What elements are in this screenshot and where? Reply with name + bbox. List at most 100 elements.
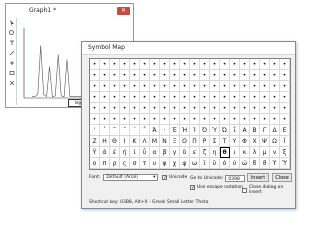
symbol-cell[interactable]: • xyxy=(260,103,270,114)
zoom-icon[interactable] xyxy=(8,30,15,36)
symbol-cell[interactable]: • xyxy=(160,59,170,70)
symbol-cell[interactable]: ϋ xyxy=(210,158,220,169)
symbol-cell[interactable]: • xyxy=(190,103,200,114)
symbol-cell[interactable]: γ xyxy=(170,147,180,158)
symbol-cell[interactable]: • xyxy=(240,81,250,92)
symbol-cell[interactable]: • xyxy=(200,70,210,81)
symbol-cell[interactable]: Ψ xyxy=(260,136,270,147)
symbol-cell[interactable]: ΐ xyxy=(230,125,240,136)
symbol-cell[interactable]: • xyxy=(270,70,280,81)
symbol-cell[interactable]: • xyxy=(240,92,250,103)
symbol-cell[interactable]: • xyxy=(280,92,290,103)
symbol-cell[interactable]: Θ xyxy=(110,136,120,147)
close-on-insert-checkbox[interactable] xyxy=(242,187,247,193)
symbol-cell[interactable]: • xyxy=(170,103,180,114)
symbol-cell[interactable]: • xyxy=(190,70,200,81)
symbol-cell[interactable]: ύ xyxy=(230,158,240,169)
symbol-cell[interactable]: Ά xyxy=(150,125,160,136)
symbol-cell[interactable]: ή xyxy=(120,147,130,158)
symbol-cell[interactable]: • xyxy=(220,114,230,125)
symbol-cell[interactable]: • xyxy=(100,70,110,81)
symbol-cell[interactable]: Ή xyxy=(180,125,190,136)
symbol-cell[interactable]: • xyxy=(270,92,280,103)
escape-checkbox[interactable]: ✓ xyxy=(190,185,195,191)
symbol-cell[interactable]: • xyxy=(230,114,240,125)
symbol-cell[interactable]: Λ xyxy=(140,136,150,147)
symbol-cell[interactable]: • xyxy=(240,114,250,125)
symbol-cell[interactable]: • xyxy=(240,103,250,114)
symbol-cell[interactable]: • xyxy=(160,103,170,114)
symbol-cell[interactable]: • xyxy=(250,103,260,114)
symbol-cell[interactable]: • xyxy=(90,103,100,114)
symbol-cell[interactable]: ό xyxy=(220,158,230,169)
symbol-cell[interactable]: ˜ xyxy=(110,125,120,136)
symbol-cell[interactable]: • xyxy=(220,92,230,103)
symbol-cell[interactable]: • xyxy=(230,103,240,114)
symbol-cell[interactable]: β xyxy=(160,147,170,158)
symbol-cell[interactable]: • xyxy=(170,92,180,103)
symbol-cell[interactable]: • xyxy=(280,103,290,114)
symbol-cell[interactable]: • xyxy=(250,114,260,125)
symbol-cell[interactable]: • xyxy=(170,81,180,92)
symbol-cell[interactable]: • xyxy=(170,114,180,125)
symbol-cell[interactable]: Ε xyxy=(280,125,290,136)
symbol-cell[interactable]: • xyxy=(160,92,170,103)
graph-close-button[interactable]: ✕ xyxy=(117,6,130,15)
symbol-cell[interactable]: • xyxy=(140,70,150,81)
symbol-cell[interactable]: • xyxy=(110,92,120,103)
symbol-cell[interactable]: • xyxy=(140,114,150,125)
symbol-cell[interactable]: Ρ xyxy=(200,136,210,147)
symbol-cell[interactable]: • xyxy=(120,81,130,92)
symbol-cell[interactable]: • xyxy=(240,70,250,81)
symbol-cell[interactable]: Μ xyxy=(150,136,160,147)
symbol-cell[interactable]: • xyxy=(270,114,280,125)
symbol-grid-container[interactable]: • • • • • • • • • • • • • • • • • • • • • • • • • • • • • • • • • • • • • • • •… xyxy=(89,58,291,170)
symbol-map-dialog[interactable]: Symbol Map • • • • • • • • • • • • • • • • • • • • • • • • • • • • •… xyxy=(81,41,296,209)
symbol-cell[interactable]: • xyxy=(180,59,190,70)
symbol-cell[interactable]: • xyxy=(230,92,240,103)
symbol-cell[interactable]: ζ xyxy=(200,147,210,158)
symbol-cell[interactable]: Η xyxy=(100,136,110,147)
line-tool-icon[interactable] xyxy=(9,50,15,56)
unicode-row[interactable]: ✓ Unicode xyxy=(162,175,187,181)
text-tool-icon[interactable] xyxy=(9,40,15,46)
symbol-cell[interactable]: Ύ xyxy=(210,125,220,136)
symbol-cell[interactable]: • xyxy=(280,59,290,70)
symbol-cell[interactable]: • xyxy=(150,59,160,70)
symbol-cell[interactable]: Ϋ xyxy=(90,147,100,158)
symbol-cell[interactable]: ΅ xyxy=(140,125,150,136)
pointer-icon[interactable] xyxy=(9,20,15,26)
symbol-cell[interactable]: • xyxy=(200,81,210,92)
symbol-cell[interactable]: • xyxy=(150,81,160,92)
symbol-cell[interactable]: ε xyxy=(190,147,200,158)
unicode-checkbox[interactable]: ✓ xyxy=(162,175,167,181)
symbol-cell[interactable]: α xyxy=(150,147,160,158)
symbol-cell[interactable]: • xyxy=(240,59,250,70)
symbol-cell[interactable]: • xyxy=(130,114,140,125)
symbol-cell[interactable]: σ xyxy=(130,158,140,169)
symbol-cell[interactable]: • xyxy=(110,81,120,92)
symbol-cell[interactable]: η xyxy=(210,147,220,158)
symbol-cell[interactable]: • xyxy=(120,103,130,114)
symbol-cell[interactable]: • xyxy=(130,59,140,70)
symbol-cell[interactable]: Ο xyxy=(180,136,190,147)
symbol-cell[interactable]: • xyxy=(120,114,130,125)
symbol-cell[interactable]: ω xyxy=(190,158,200,169)
symbol-cell[interactable]: • xyxy=(150,92,160,103)
symbol-cell[interactable]: • xyxy=(230,70,240,81)
symbol-cell[interactable]: • xyxy=(150,103,160,114)
symbol-cell[interactable]: ΰ xyxy=(140,147,150,158)
symbol-cell[interactable]: Β xyxy=(250,125,260,136)
symbol-cell[interactable]: Π xyxy=(190,136,200,147)
symbol-cell[interactable]: ʽ xyxy=(100,125,110,136)
symbol-cell[interactable]: • xyxy=(260,92,270,103)
symbol-cell[interactable]: ι xyxy=(230,147,240,158)
symbol-cell[interactable]: • xyxy=(220,70,230,81)
symbol-cell[interactable]: υ xyxy=(150,158,160,169)
symbol-cell[interactable]: • xyxy=(90,81,100,92)
symbol-cell[interactable]: • xyxy=(210,103,220,114)
symbol-cell[interactable]: • xyxy=(130,92,140,103)
symbol-cell[interactable]: Ϊ xyxy=(280,136,290,147)
symbol-cell[interactable]: • xyxy=(140,92,150,103)
symbol-cell[interactable]: • xyxy=(120,70,130,81)
